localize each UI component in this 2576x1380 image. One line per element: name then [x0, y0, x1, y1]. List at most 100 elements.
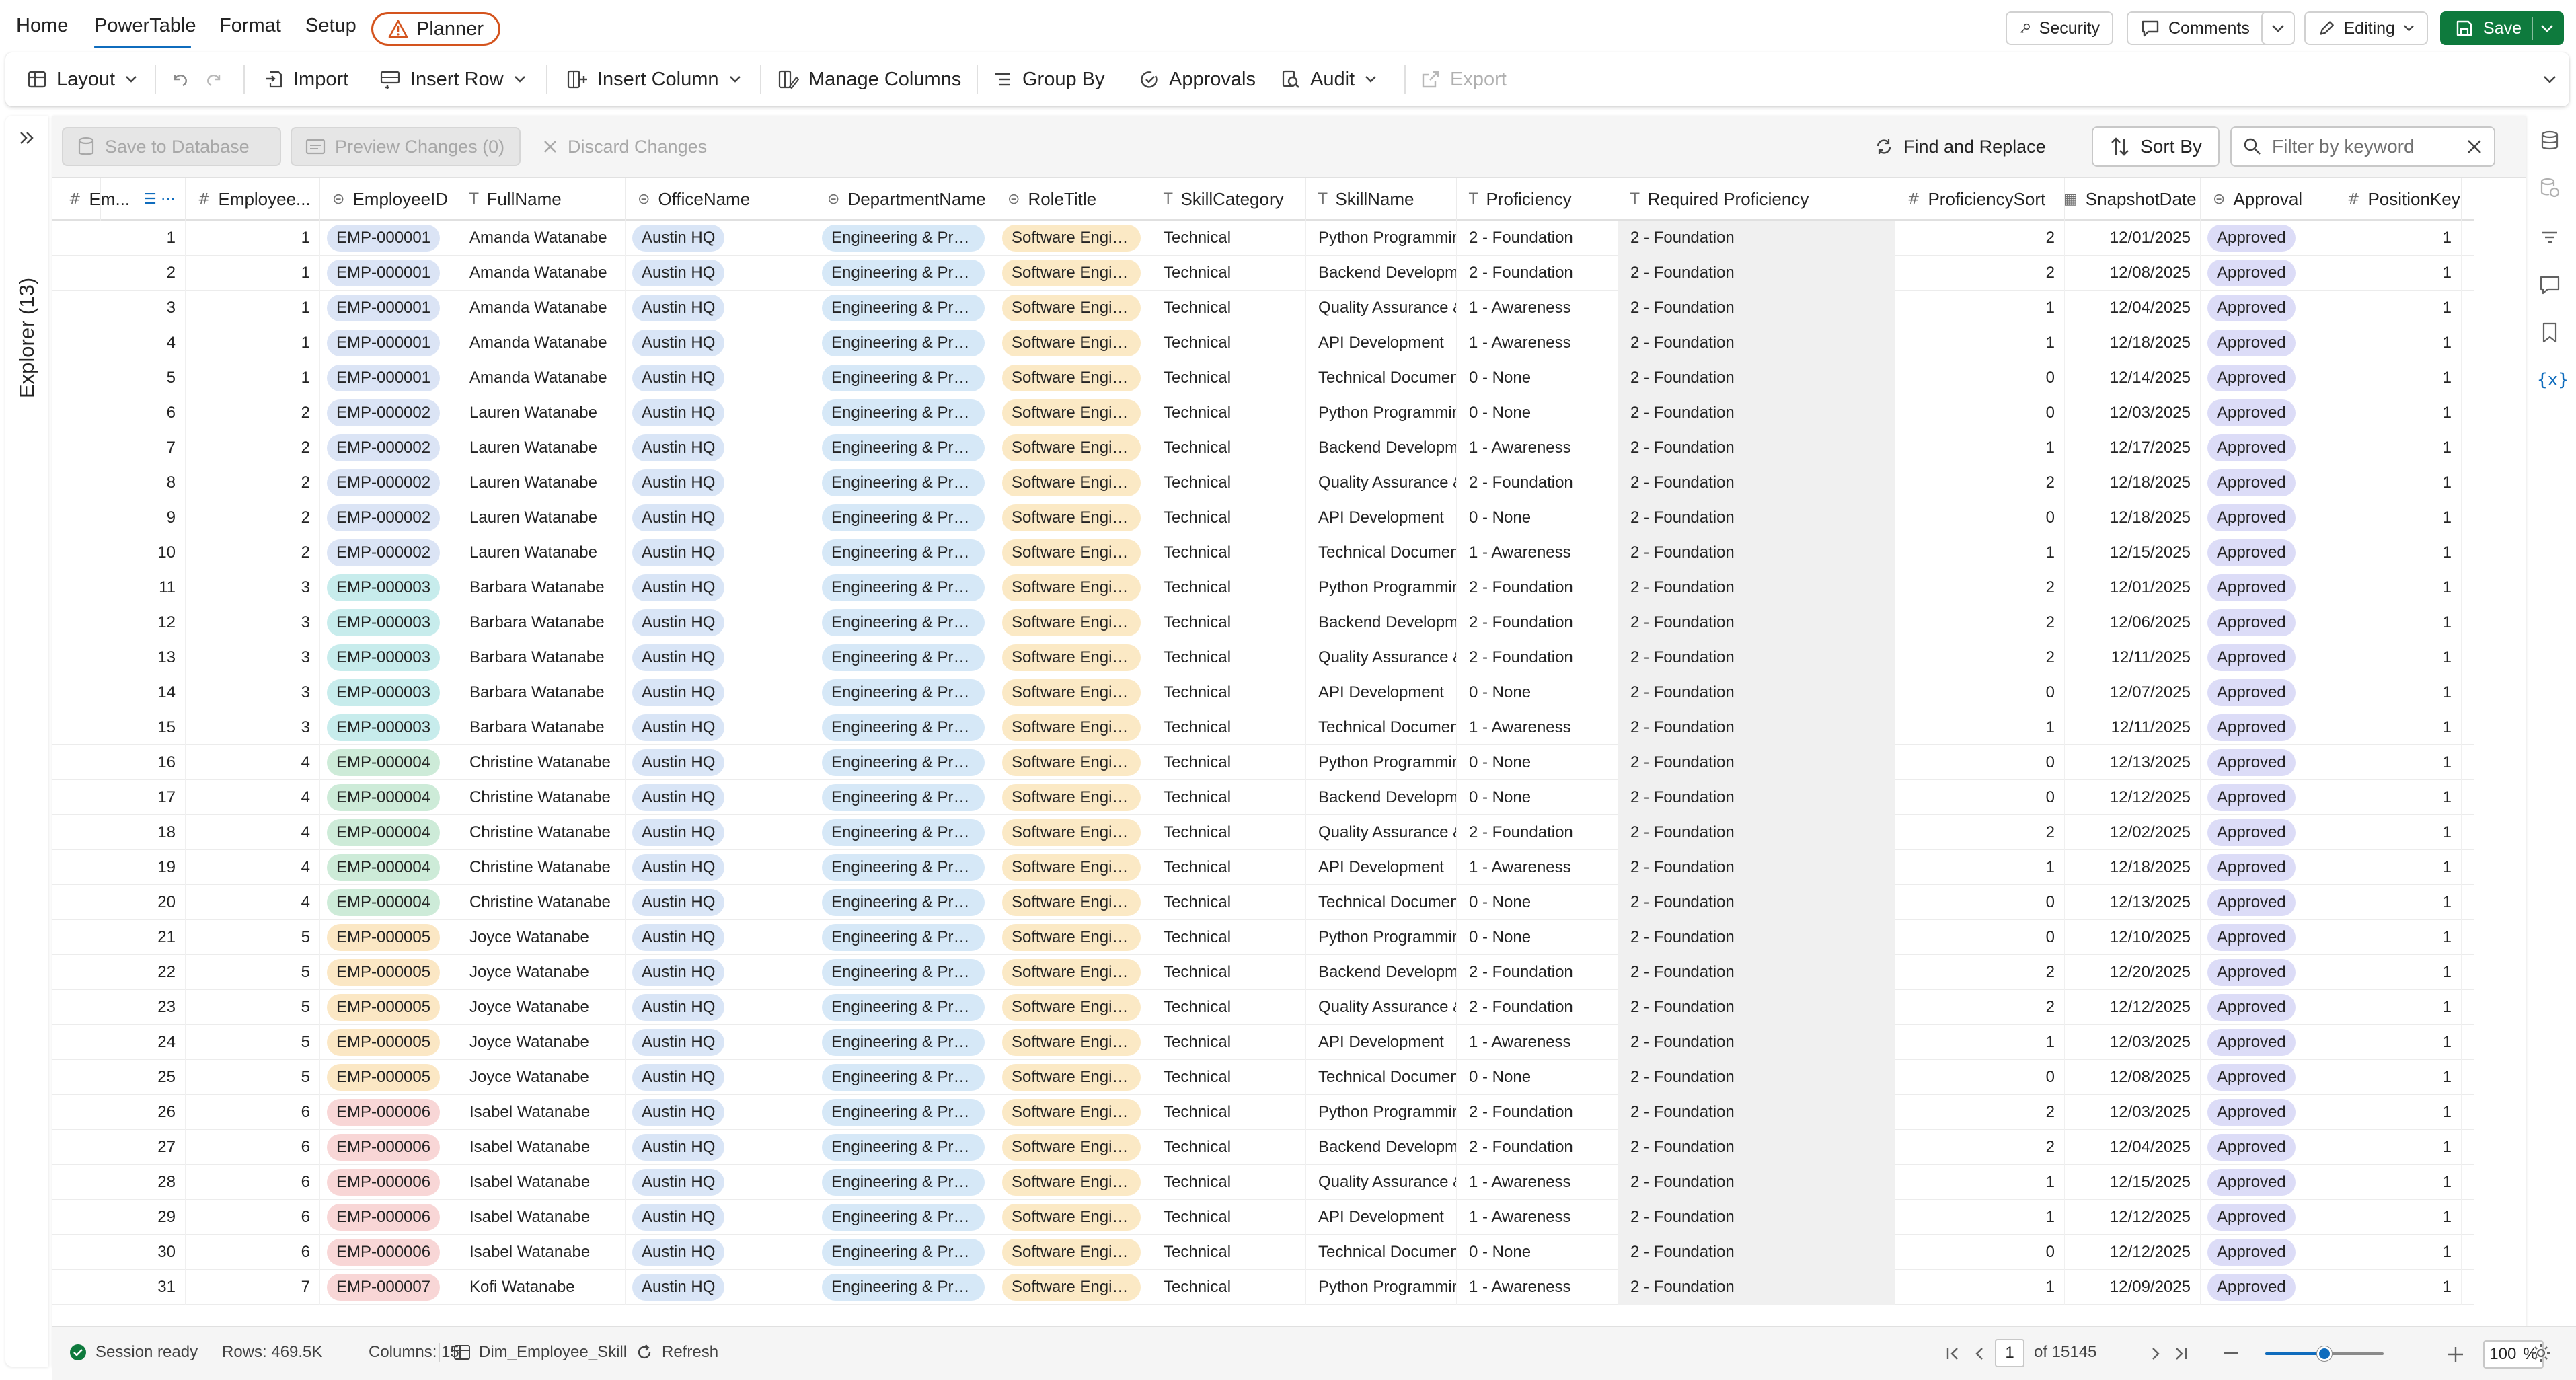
cell-office[interactable]: Austin HQ [626, 430, 815, 465]
cell-pos[interactable]: 1 [2335, 1130, 2462, 1165]
discard-changes-button[interactable]: Discard Changes [529, 127, 720, 166]
cell-sort[interactable]: 2 [1895, 465, 2065, 500]
cell-role[interactable]: Software Engine... [995, 1235, 1151, 1270]
cell-date[interactable]: 12/12/2025 [2051, 1235, 2201, 1270]
cell-name[interactable]: Lauren Watanabe [457, 500, 626, 535]
table-row[interactable]: 30 6 EMP-000006 Isabel Watanabe Austin HQ Eng… [52, 1235, 2474, 1270]
cell-appr[interactable]: Approved [2201, 221, 2335, 256]
cell-sort[interactable]: 0 [1895, 1060, 2065, 1095]
cell-prof[interactable]: 1 - Awareness [1457, 850, 1618, 885]
column-header-positionkey[interactable]: # PositionKey [2335, 178, 2462, 221]
variables-icon[interactable]: {x} [2537, 370, 2569, 390]
manage-columns-button[interactable]: Manage Columns [778, 65, 961, 94]
cell-n[interactable]: 24 [56, 1025, 186, 1060]
cell-sort[interactable]: 1 [1895, 1025, 2065, 1060]
cell-office[interactable]: Austin HQ [626, 920, 815, 955]
cell-req[interactable]: 2 - Foundation [1618, 885, 1895, 920]
cell-role[interactable]: Software Engine... [995, 1025, 1151, 1060]
cell-pos[interactable]: 1 [2335, 815, 2462, 850]
cell-date[interactable]: 12/02/2025 [2051, 815, 2201, 850]
cell-req[interactable]: 2 - Foundation [1618, 1270, 1895, 1305]
cell-skill[interactable]: Python Programming [1306, 920, 1457, 955]
cell-date[interactable]: 12/11/2025 [2051, 710, 2201, 745]
cell-cat[interactable]: Technical [1151, 256, 1306, 291]
cell-prof[interactable]: 0 - None [1457, 1060, 1618, 1095]
table-row[interactable]: 4 1 EMP-000001 Amanda Watanabe Austin HQ Engi… [52, 325, 2474, 360]
cell-sort[interactable]: 1 [1895, 850, 2065, 885]
cell-appr[interactable]: Approved [2201, 1200, 2335, 1235]
cell-pos[interactable]: 1 [2335, 291, 2462, 325]
cell-office[interactable]: Austin HQ [626, 1130, 815, 1165]
cell-emp[interactable]: 3 [186, 605, 320, 640]
cell-n[interactable]: 19 [56, 850, 186, 885]
column-header-proficiencysort[interactable]: # ProficiencySort [1895, 178, 2065, 221]
table-row[interactable]: 6 2 EMP-000002 Lauren Watanabe Austin HQ Engi… [52, 395, 2474, 430]
cell-office[interactable]: Austin HQ [626, 360, 815, 395]
cell-n[interactable]: 16 [56, 745, 186, 780]
cell-skill[interactable]: Python Programming [1306, 221, 1457, 256]
cell-name[interactable]: Joyce Watanabe [457, 990, 626, 1025]
cell-dept[interactable]: Engineering & Prod... [815, 430, 995, 465]
cell-role[interactable]: Software Engine... [995, 570, 1151, 605]
cell-office[interactable]: Austin HQ [626, 990, 815, 1025]
cell-id[interactable]: EMP-000003 [320, 605, 457, 640]
cell-id[interactable]: EMP-000002 [320, 535, 457, 570]
cell-req[interactable]: 2 - Foundation [1618, 710, 1895, 745]
chevron-down-icon[interactable] [2540, 24, 2554, 34]
cell-prof[interactable]: 0 - None [1457, 745, 1618, 780]
cell-skill[interactable]: Python Programming [1306, 1095, 1457, 1130]
cell-role[interactable]: Software Engine... [995, 500, 1151, 535]
cell-id[interactable]: EMP-000005 [320, 1060, 457, 1095]
cell-n[interactable]: 15 [56, 710, 186, 745]
cell-cat[interactable]: Technical [1151, 221, 1306, 256]
cell-id[interactable]: EMP-000003 [320, 570, 457, 605]
zoom-out-icon[interactable] [2222, 1351, 2240, 1355]
layout-button[interactable]: Layout [27, 65, 138, 94]
column-header-snapshotdate[interactable]: ▦ SnapshotDate [2051, 178, 2201, 221]
table-row[interactable]: 18 4 EMP-000004 Christine Watanabe Austin HQ… [52, 815, 2474, 850]
cell-sort[interactable]: 0 [1895, 780, 2065, 815]
cell-date[interactable]: 12/20/2025 [2051, 955, 2201, 990]
cell-emp[interactable]: 2 [186, 465, 320, 500]
cell-date[interactable]: 12/12/2025 [2051, 780, 2201, 815]
save-button[interactable]: Save [2440, 11, 2564, 45]
cell-emp[interactable]: 1 [186, 256, 320, 291]
cell-id[interactable]: EMP-000005 [320, 920, 457, 955]
cell-req[interactable]: 2 - Foundation [1618, 920, 1895, 955]
cell-appr[interactable]: Approved [2201, 745, 2335, 780]
cell-office[interactable]: Austin HQ [626, 955, 815, 990]
table-row[interactable]: 24 5 EMP-000005 Joyce Watanabe Austin HQ Engi… [52, 1025, 2474, 1060]
cell-office[interactable]: Austin HQ [626, 256, 815, 291]
cell-dept[interactable]: Engineering & Prod... [815, 535, 995, 570]
cell-req[interactable]: 2 - Foundation [1618, 535, 1895, 570]
cell-pos[interactable]: 1 [2335, 955, 2462, 990]
column-header-skillname[interactable]: T SkillName [1306, 178, 1457, 221]
cell-appr[interactable]: Approved [2201, 1165, 2335, 1200]
cell-office[interactable]: Austin HQ [626, 570, 815, 605]
cell-office[interactable]: Austin HQ [626, 850, 815, 885]
cell-cat[interactable]: Technical [1151, 570, 1306, 605]
cell-prof[interactable]: 2 - Foundation [1457, 570, 1618, 605]
cell-date[interactable]: 12/18/2025 [2051, 325, 2201, 360]
table-row[interactable]: 3 1 EMP-000001 Amanda Watanabe Austin HQ Engi… [52, 291, 2474, 325]
cell-sort[interactable]: 0 [1895, 360, 2065, 395]
first-page-icon[interactable] [1945, 1346, 1963, 1362]
cell-req[interactable]: 2 - Foundation [1618, 745, 1895, 780]
cell-skill[interactable]: API Development [1306, 1025, 1457, 1060]
cell-req[interactable]: 2 - Foundation [1618, 360, 1895, 395]
cell-office[interactable]: Austin HQ [626, 780, 815, 815]
table-row[interactable]: 19 4 EMP-000004 Christine Watanabe Austin HQ… [52, 850, 2474, 885]
cell-sort[interactable]: 1 [1895, 1270, 2065, 1305]
cell-id[interactable]: EMP-000002 [320, 500, 457, 535]
cell-skill[interactable]: Quality Assurance & Testing [1306, 1165, 1457, 1200]
cell-cat[interactable]: Technical [1151, 1060, 1306, 1095]
cell-skill[interactable]: Python Programming [1306, 745, 1457, 780]
cell-req[interactable]: 2 - Foundation [1618, 990, 1895, 1025]
cell-id[interactable]: EMP-000006 [320, 1130, 457, 1165]
cell-id[interactable]: EMP-000001 [320, 291, 457, 325]
cell-emp[interactable]: 5 [186, 1060, 320, 1095]
cell-skill[interactable]: Quality Assurance & Testing [1306, 465, 1457, 500]
cell-skill[interactable]: Backend Development [1306, 256, 1457, 291]
cell-cat[interactable]: Technical [1151, 291, 1306, 325]
cell-pos[interactable]: 1 [2335, 430, 2462, 465]
